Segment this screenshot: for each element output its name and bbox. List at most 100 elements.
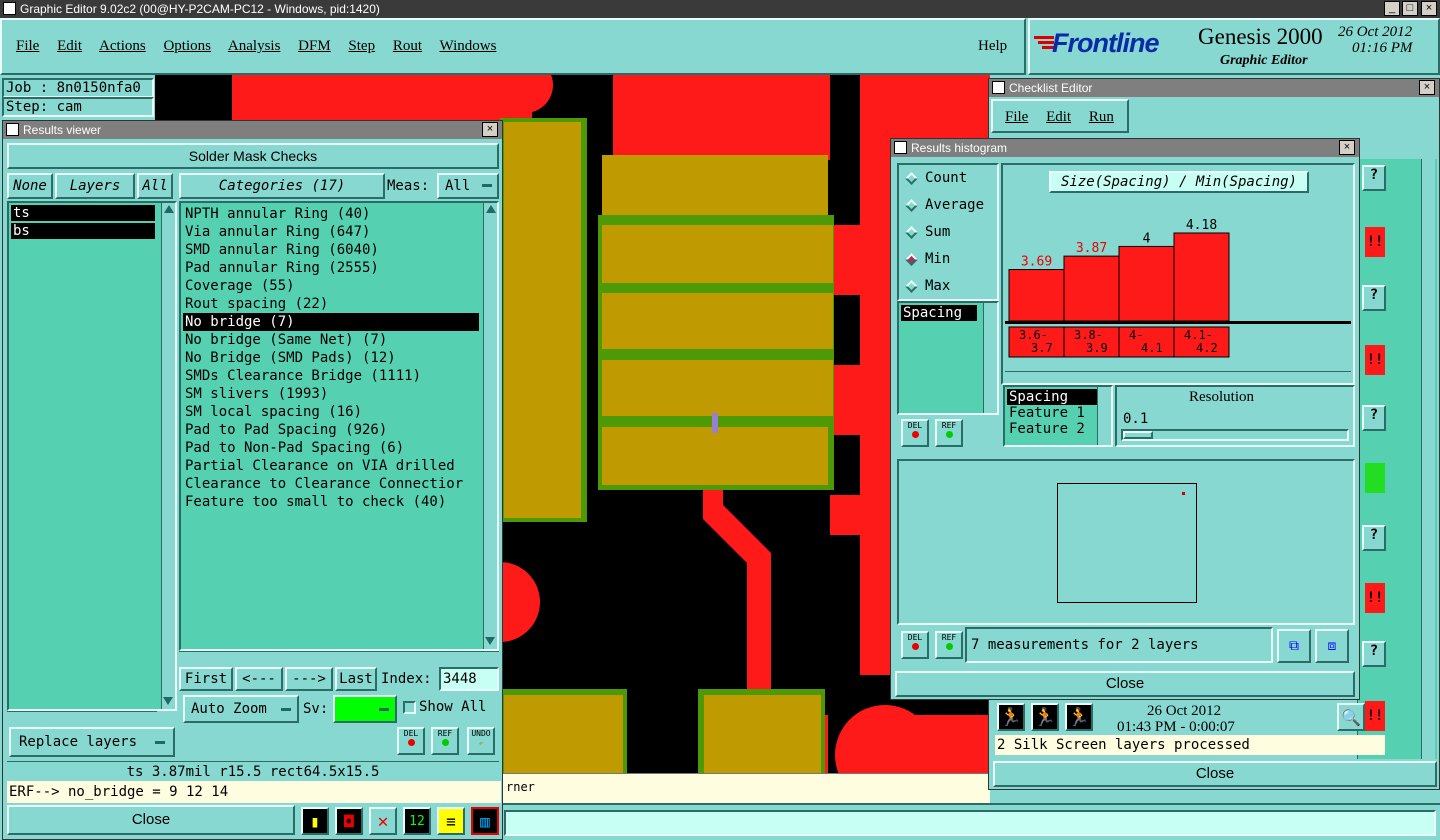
histogram-bar[interactable] [1063,255,1120,322]
category-item[interactable]: Partial Clearance on VIA drilled [183,457,479,475]
notes-tool-icon[interactable]: ≡ [437,807,465,835]
undo-button[interactable]: UNDO ↶ [467,727,495,755]
checklist-scrollbar[interactable] [1421,159,1435,759]
checklist-menu-edit[interactable]: Edit [1046,109,1071,125]
menu-item-options[interactable]: Options [163,38,211,54]
run-icon[interactable]: 🏃 [997,703,1025,731]
category-list[interactable]: NPTH annular Ring (40) Via annular Ring (… [179,201,499,651]
histogram-close-icon[interactable]: × [1339,140,1355,155]
histogram-tool-icon[interactable]: ▥ [471,807,499,835]
category-item[interactable]: No Bridge (SMD Pads) (12) [183,349,479,367]
chart-hscrollbar[interactable] [1005,371,1351,383]
slider-thumb[interactable] [1123,431,1153,439]
mode-radio-max[interactable]: Max [899,273,997,300]
category-item[interactable]: No bridge (7) [183,313,479,331]
histogram-ref-button[interactable]: REF [935,419,963,447]
report-tool-icon[interactable]: ◘ [335,807,363,835]
last-button[interactable]: Last [335,667,377,691]
category-item[interactable]: SMDs Clearance Bridge (1111) [183,367,479,385]
menu-item-edit[interactable]: Edit [57,38,82,54]
layers-button[interactable]: Layers [55,173,135,199]
results-viewer-close-button[interactable]: Close [7,805,295,835]
attribute-list-scrollbar[interactable] [1097,387,1111,445]
category-item[interactable]: No bridge (Same Net) (7) [183,331,479,349]
category-item[interactable]: Via annular Ring (647) [183,223,479,241]
checklist-help-icon[interactable]: ? [1362,285,1386,311]
measure-list[interactable]: Spacing [897,301,999,415]
none-button[interactable]: None [7,173,53,199]
attr-item-feature2[interactable]: Feature 2 [1005,421,1111,437]
category-item[interactable]: Feature too small to check (40) [183,493,479,511]
histogram-del-button[interactable]: DEL [901,419,929,447]
checklist-help-icon[interactable]: ? [1362,525,1386,551]
preview-ref-button[interactable]: REF [935,631,963,659]
scroll-up-icon[interactable] [485,205,496,213]
prev-button[interactable]: <--- [235,667,283,691]
command-line[interactable] [500,803,1440,840]
layer-list[interactable]: ts bs [7,201,177,711]
measure-list-item[interactable]: Spacing [901,305,977,321]
category-item[interactable]: SMD annular Ring (6040) [183,241,479,259]
run-stop-icon[interactable]: 🏃 [1065,703,1093,731]
run-all-icon[interactable]: 🏃 [1031,703,1059,731]
categories-button[interactable]: Categories (17) [179,173,385,199]
first-button[interactable]: First [179,667,233,691]
command-input[interactable] [504,810,1436,836]
resolution-slider[interactable] [1121,429,1349,441]
category-item[interactable]: Pad to Pad Spacing (926) [183,421,479,439]
category-item[interactable]: SM local spacing (16) [183,403,479,421]
category-item[interactable]: Pad to Non-Pad Spacing (6) [183,439,479,457]
mode-radio-sum[interactable]: Sum [899,219,997,246]
replace-layers-dropdown[interactable]: Replace layers [9,727,175,757]
all-layers-button[interactable]: All [137,173,173,199]
category-item[interactable]: Clearance to Clearance Connectior [183,475,479,493]
measure-list-scrollbar[interactable] [983,303,997,413]
minimize-button[interactable]: _ [1384,1,1400,16]
histogram-bar[interactable] [1008,269,1065,322]
attr-item-spacing[interactable]: Spacing [1007,389,1097,405]
index-input[interactable]: 3448 [439,667,499,691]
histogram-close-button[interactable]: Close [895,671,1355,697]
maximize-button[interactable]: □ [1402,1,1418,16]
category-list-hscrollbar[interactable] [179,651,499,663]
category-list-scrollbar[interactable] [483,203,497,649]
compare-tool-icon[interactable]: 12 [403,807,431,835]
menu-item-file[interactable]: File [16,38,39,54]
category-item[interactable]: Coverage (55) [183,277,479,295]
preview-del-button[interactable]: DEL [901,631,929,659]
results-viewer-close-icon[interactable]: × [482,122,498,137]
histogram-bar[interactable] [1118,245,1175,322]
del-button[interactable]: DEL [397,727,425,755]
checklist-close-button[interactable]: Close [993,761,1437,787]
menu-item-step[interactable]: Step [348,38,375,54]
checklist-help-icon[interactable]: ? [1362,641,1386,667]
scroll-down-icon[interactable] [163,697,173,705]
attr-item-feature1[interactable]: Feature 1 [1005,405,1111,421]
checklist-help-icon[interactable]: ? [1362,405,1386,431]
category-item[interactable]: Pad annular Ring (2555) [183,259,479,277]
mode-radio-min[interactable]: Min [899,246,997,273]
menu-item-rout[interactable]: Rout [393,38,422,54]
measure-tool-icon[interactable]: ▮ [301,807,329,835]
checklist-menu-run[interactable]: Run [1089,109,1114,125]
zoom-selection-icon[interactable]: ⧉ [1277,629,1311,663]
layer-list-scrollbar[interactable] [161,203,175,709]
ref-button[interactable]: REF [431,727,459,755]
meas-dropdown[interactable]: All [437,173,499,199]
category-item[interactable]: Rout spacing (22) [183,295,479,313]
category-item[interactable]: SM slivers (1993) [183,385,479,403]
histogram-bar[interactable] [1173,232,1230,322]
menu-item-help[interactable]: Help [978,38,1007,55]
sv-color-dropdown[interactable] [333,695,397,723]
attribute-list[interactable]: Spacing Feature 1 Feature 2 [1003,385,1113,447]
menu-item-actions[interactable]: Actions [99,38,146,54]
category-item[interactable]: NPTH annular Ring (40) [183,205,479,223]
menu-item-analysis[interactable]: Analysis [228,38,281,54]
scroll-up-icon[interactable] [163,205,174,213]
layer-item-bs[interactable]: bs [11,223,155,239]
zoom-icon[interactable]: 🔍 [1337,703,1365,731]
layer-item-ts[interactable]: ts [11,205,155,221]
zoom-fit-icon[interactable]: ⧈ [1315,629,1349,663]
checklist-menu-file[interactable]: File [1005,109,1028,125]
next-button[interactable]: ---> [285,667,333,691]
